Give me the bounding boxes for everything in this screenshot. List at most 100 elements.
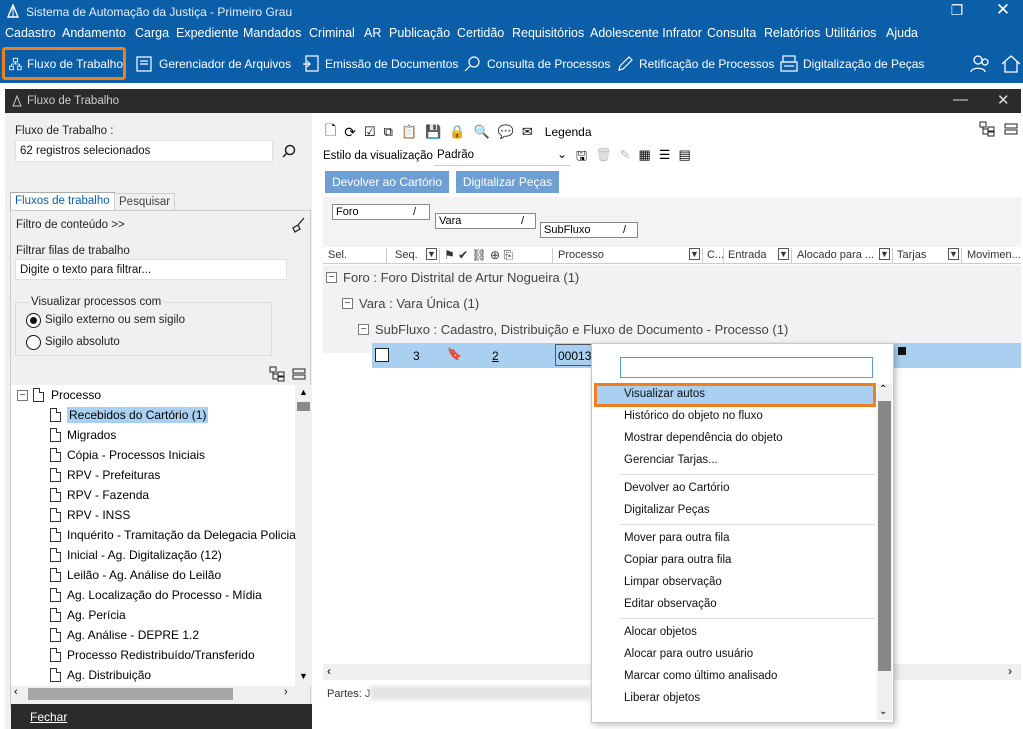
save-icon[interactable]: 💾 [425,124,441,140]
group-row-vara[interactable]: − Vara : Vara Única (1) [342,296,479,311]
tree-item[interactable]: Cópia - Processos Iniciais [50,445,205,465]
filter-dropdown-icon[interactable]: ▼ [426,248,437,260]
paste-icon[interactable]: 📋 [401,124,417,140]
col-tarjas[interactable]: Tarjas ▼ [894,248,962,264]
digitalizar-pecas-button[interactable]: Digitalizar Peças [456,171,559,193]
filter-dropdown-icon[interactable]: ▼ [689,248,700,260]
remove-comment-icon[interactable]: ✉ [522,124,533,140]
users-icon[interactable] [970,53,992,75]
group-foro[interactable]: Foro / [332,204,430,220]
export-icon[interactable]: ▦ [639,147,651,169]
search-icon[interactable] [282,144,296,158]
group-row-subfluxo[interactable]: − SubFluxo : Cadastro, Distribuição e Flu… [358,322,788,337]
group-subfluxo[interactable]: SubFluxo / [540,222,638,238]
home-icon[interactable] [1000,53,1022,75]
group-vara[interactable]: Vara / [435,213,536,229]
retificacao-processos-button[interactable]: Retificação de Processos [616,47,774,80]
close-icon[interactable]: ✕ [997,91,1010,109]
new-document-icon[interactable]: 🗋 [325,120,336,144]
tree-item[interactable]: Ag. Distribuição [50,665,151,685]
menu-item-historico-objeto[interactable]: Histórico do objeto no fluxo [624,410,763,422]
menu-expediente[interactable]: Expediente [176,26,239,40]
minimize-icon[interactable]: — [953,91,968,108]
collapse-tree-icon[interactable] [1004,122,1018,136]
menu-publicacao[interactable]: Publicação [389,26,450,40]
tree-item[interactable]: Migrados [50,425,116,445]
menu-item-visualizar-autos[interactable]: Visualizar autos [624,388,705,400]
tree-item[interactable]: Inquérito - Tramitação da Delegacia Poli… [50,525,296,545]
tree-vertical-scrollbar[interactable]: ▲ ▼ [296,385,311,686]
menu-ajuda[interactable]: Ajuda [886,26,918,40]
col-entrada[interactable]: Entrada ▼ [725,248,792,264]
row-checkbox[interactable] [375,348,389,362]
devolver-cartorio-button[interactable]: Devolver ao Cartório [325,171,449,193]
collapse-icon[interactable]: − [342,298,353,309]
collapse-icon[interactable]: − [17,390,28,401]
row-link-number[interactable]: 2 [492,349,499,363]
report-icon[interactable]: ▤ [678,147,690,169]
radio-sigilo-externo[interactable] [26,313,41,328]
tree-horizontal-scrollbar[interactable]: ‹ › [11,686,296,702]
tree-item[interactable]: RPV - Fazenda [50,485,149,505]
menu-item-editar-observacao[interactable]: Editar observação [624,598,717,610]
tab-fluxos[interactable]: Fluxos de trabalho [10,192,115,210]
col-alocado[interactable]: Alocado para ... ▼ [794,248,893,264]
menu-cadastro[interactable]: Cadastro [5,26,56,40]
group-row-foro[interactable]: − Foro : Foro Distrital de Artur Nogueira… [326,270,579,285]
menu-item-marcar-ultimo-analisado[interactable]: Marcar como último analisado [624,670,777,682]
legenda-button[interactable]: Legenda [545,125,592,139]
tree-item[interactable]: RPV - Prefeituras [50,465,160,485]
col-seq[interactable]: Seq. ▼ [392,248,440,264]
menu-utilitarios[interactable]: Utilitários [825,26,876,40]
restore-icon[interactable]: ❐ [934,0,980,23]
save-style-icon[interactable]: 🖫 [576,147,587,169]
broom-icon[interactable] [290,217,306,233]
tree-item[interactable]: Ag. Análise - DEPRE 1.2 [50,625,199,645]
tab-pesquisar[interactable]: Pesquisar [114,193,176,211]
fluxo-de-trabalho-button[interactable]: Fluxo de Trabalho [2,47,126,80]
menu-criminal[interactable]: Criminal [309,26,355,40]
menu-adolescente[interactable]: Adolescente Infrator [590,26,702,40]
menu-requisitorios[interactable]: Requisitórios [512,26,584,40]
menu-item-gerenciar-tarjas[interactable]: Gerenciar Tarjas... [624,454,718,466]
close-icon[interactable]: ✕ [980,0,1023,23]
menu-item-mostrar-dependencia[interactable]: Mostrar dependência do objeto [624,432,783,444]
tree-item[interactable]: RPV - INSS [50,505,130,525]
col-c[interactable]: C... [704,248,724,264]
tree-item[interactable]: Processo Redistribuído/Transferido [50,645,255,665]
collapse-icon[interactable]: − [326,272,337,283]
menu-consulta[interactable]: Consulta [707,26,756,40]
menu-certidao[interactable]: Certidão [457,26,504,40]
comment-icon[interactable]: 💬 [498,124,514,140]
col-sel[interactable]: Sel. [325,248,387,264]
col-flags[interactable]: ⚑ ✔ ⛓ ⊕ ⎘ [441,248,553,264]
filter-dropdown-icon[interactable]: ▼ [948,248,959,260]
menu-item-limpar-observacao[interactable]: Limpar observação [624,576,722,588]
filtrar-filas-input[interactable]: Digite o texto para filtrar... [15,259,287,280]
menu-relatorios[interactable]: Relatórios [764,26,820,40]
refresh-icon[interactable]: ⟳ [344,124,356,141]
menu-ar[interactable]: AR [364,26,381,40]
context-menu-scrollbar[interactable]: ⌃ ⌄ [877,384,892,720]
tree-item[interactable]: Recebidos do Cartório (1) [50,405,209,425]
col-movimen[interactable]: Movimen... [964,248,1021,264]
fechar-button[interactable]: Fechar [30,710,67,724]
expand-tree-icon[interactable] [979,121,995,137]
radio-sigilo-absoluto[interactable] [26,335,41,350]
menu-item-liberar-objetos[interactable]: Liberar objetos [624,692,700,704]
gerenciador-arquivos-button[interactable]: Gerenciador de Arquivos [136,47,291,80]
menu-item-mover-outra-fila[interactable]: Mover para outra fila [624,532,729,544]
tree-root-processo[interactable]: Processo [51,388,101,402]
tree-item[interactable]: Leilão - Ag. Análise do Leilão [50,565,221,585]
menu-item-devolver-cartorio[interactable]: Devolver ao Cartório [624,482,729,494]
search-document-icon[interactable]: 🔍 [474,124,490,140]
collapse-tree-icon[interactable] [292,367,306,381]
list-icon[interactable]: ☰ [659,147,671,169]
digitalizacao-pecas-button[interactable]: Digitalização de Peças [780,47,924,80]
tree-item[interactable]: Ag. Perícia [50,605,126,625]
filter-dropdown-icon[interactable]: ▼ [879,248,890,260]
col-processo[interactable]: Processo ▼ [555,248,703,264]
context-menu-search-input[interactable] [620,357,873,378]
menu-item-digitalizar-pecas[interactable]: Digitalizar Peças [624,504,710,516]
filtro-conteudo-toggle[interactable]: Filtro de conteúdo >> [16,219,125,231]
